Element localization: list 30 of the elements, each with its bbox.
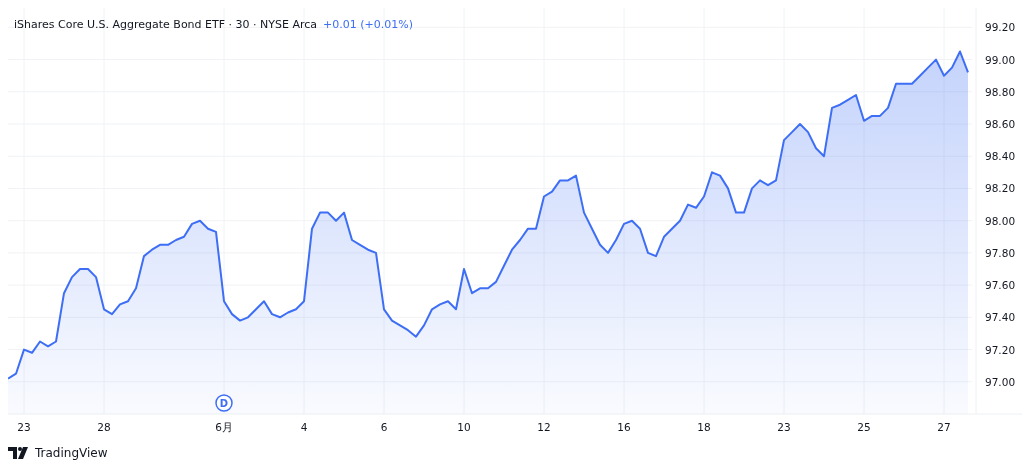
x-axis-label: 6 [380, 421, 388, 433]
x-axis-label: 4 [300, 421, 308, 433]
x-axis-label: 23 [777, 421, 791, 433]
y-axis-label: 98.00 [985, 214, 1016, 227]
y-axis-label: 98.40 [985, 150, 1016, 163]
chart-title: iShares Core U.S. Aggregate Bond ETF · 30 · NYSE Arca [14, 18, 317, 31]
event-marker[interactable]: D [215, 394, 233, 412]
x-axis-label: 16 [617, 421, 631, 433]
y-axis-label: 98.20 [985, 182, 1016, 195]
x-axis-label: 10 [457, 421, 471, 433]
y-axis-label: 99.20 [985, 21, 1016, 34]
y-axis-label: 98.80 [985, 85, 1016, 98]
y-axis-label: 97.80 [985, 246, 1016, 259]
y-axis-label: 98.60 [985, 118, 1016, 130]
y-axis-label: 97.60 [985, 279, 1016, 292]
x-axis-label: 23 [17, 421, 31, 433]
x-axis-label: 6月 [215, 421, 233, 433]
logo-icon [8, 447, 30, 459]
x-axis-label: 18 [697, 421, 711, 433]
x-axis-label: 25 [857, 421, 871, 433]
x-axis-label: 27 [937, 421, 951, 433]
y-axis-label: 97.00 [985, 375, 1016, 388]
x-axis-label: 12 [537, 421, 551, 433]
price-change: +0.01 (+0.01%) [323, 18, 413, 31]
annotation: D [219, 398, 229, 409]
y-axis-label: 99.00 [985, 53, 1016, 66]
y-axis-label: 97.40 [985, 311, 1016, 324]
brand-name[interactable]: TradingView [35, 446, 108, 460]
y-axis-label: 97.20 [985, 343, 1016, 356]
x-axis-label: 28 [97, 421, 111, 433]
